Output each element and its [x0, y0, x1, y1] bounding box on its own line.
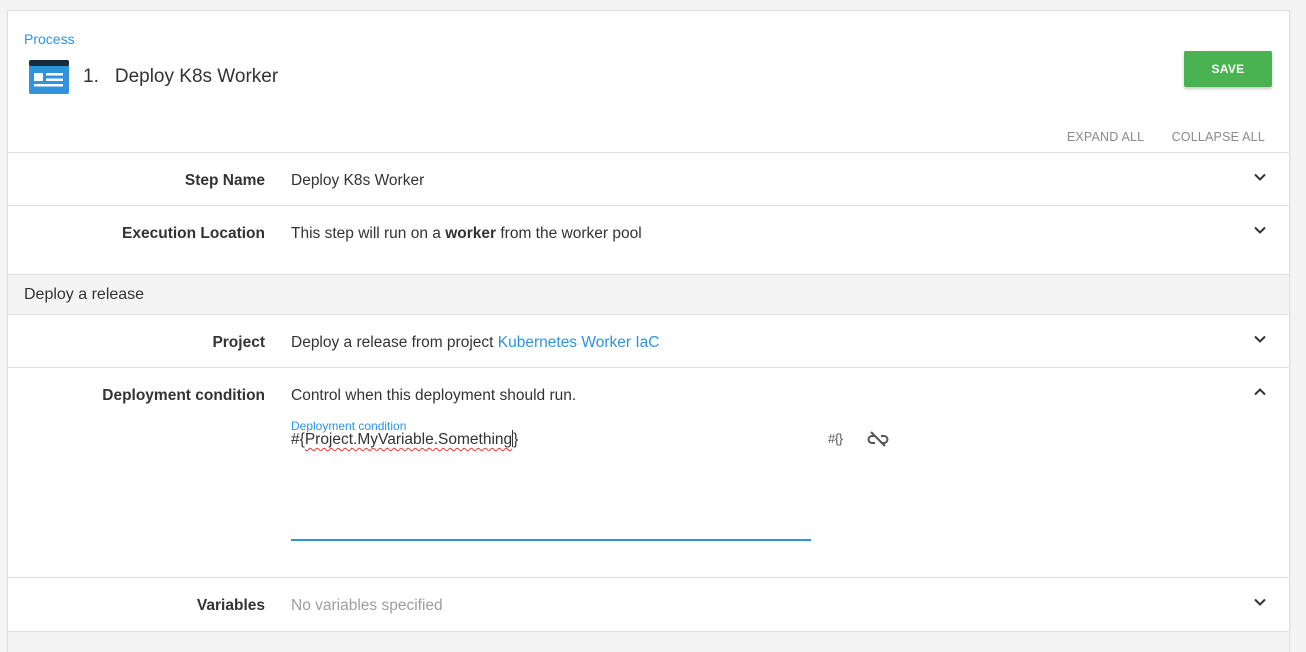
step-title: Deploy K8s Worker	[114, 66, 279, 87]
expand-all-button[interactable]: EXPAND ALL	[1067, 130, 1144, 144]
row-step-name[interactable]: Step Name Deploy K8s Worker	[8, 152, 1289, 205]
unlink-icon[interactable]	[867, 430, 889, 448]
execution-text-bold: worker	[445, 225, 497, 242]
execution-location-value: This step will run on a worker from the …	[291, 225, 642, 243]
row-execution-location[interactable]: Execution Location This step will run on…	[8, 205, 1289, 274]
chevron-down-icon[interactable]	[1253, 170, 1267, 184]
step-window-icon	[29, 60, 69, 94]
variables-label: Variables	[196, 597, 265, 614]
deployment-condition-input[interactable]: #{Project.MyVariable.Something}	[291, 430, 518, 449]
section-title: Deploy a release	[24, 286, 145, 303]
page-title-row: 1. Deploy K8s Worker	[29, 59, 278, 95]
chevron-down-icon[interactable]	[1253, 595, 1267, 609]
insert-variable-icon[interactable]: #{}	[828, 431, 843, 446]
row-variables[interactable]: Variables No variables specified	[8, 577, 1289, 632]
step-name-value: Deploy K8s Worker	[291, 172, 425, 189]
chevron-up-icon[interactable]	[1253, 385, 1267, 399]
page-title: 1. Deploy K8s Worker	[83, 66, 278, 88]
breadcrumb-process[interactable]: Process	[24, 31, 75, 47]
deployment-condition-value: Control when this deployment should run.	[291, 387, 577, 404]
field-underline	[291, 539, 811, 541]
field-text: Project.MyVariable.Something	[304, 431, 513, 448]
execution-text-after: from the worker pool	[500, 225, 642, 242]
variables-value: No variables specified	[291, 597, 443, 614]
chevron-down-icon[interactable]	[1253, 223, 1267, 237]
save-button[interactable]: SAVE	[1184, 51, 1272, 87]
expand-collapse-actions: EXPAND ALL COLLAPSE ALL	[1043, 130, 1265, 144]
project-text: Deploy a release from project	[291, 334, 494, 351]
row-project[interactable]: Project Deploy a release from project Ku…	[8, 314, 1289, 367]
step-number: 1.	[83, 66, 99, 87]
collapse-all-button[interactable]: COLLAPSE ALL	[1172, 130, 1265, 144]
deployment-condition-label: Deployment condition	[102, 387, 265, 404]
project-label: Project	[212, 334, 265, 351]
execution-location-label: Execution Location	[122, 225, 265, 242]
step-editor-card: Process 1. Deploy K8s Worker SAVE EXPAND …	[7, 10, 1290, 652]
field-suffix: }	[513, 431, 519, 448]
project-link[interactable]: Kubernetes Worker IaC	[498, 334, 660, 351]
execution-text-before: This step will run on a	[291, 225, 441, 242]
field-prefix: #{	[291, 431, 305, 448]
chevron-down-icon[interactable]	[1253, 332, 1267, 346]
row-deployment-condition: Deployment condition Control when this d…	[8, 367, 1289, 577]
project-value: Deploy a release from project Kubernetes…	[291, 334, 659, 352]
section-deploy-release: Deploy a release	[8, 274, 1289, 315]
row-next	[8, 631, 1289, 652]
step-name-label: Step Name	[184, 172, 265, 189]
